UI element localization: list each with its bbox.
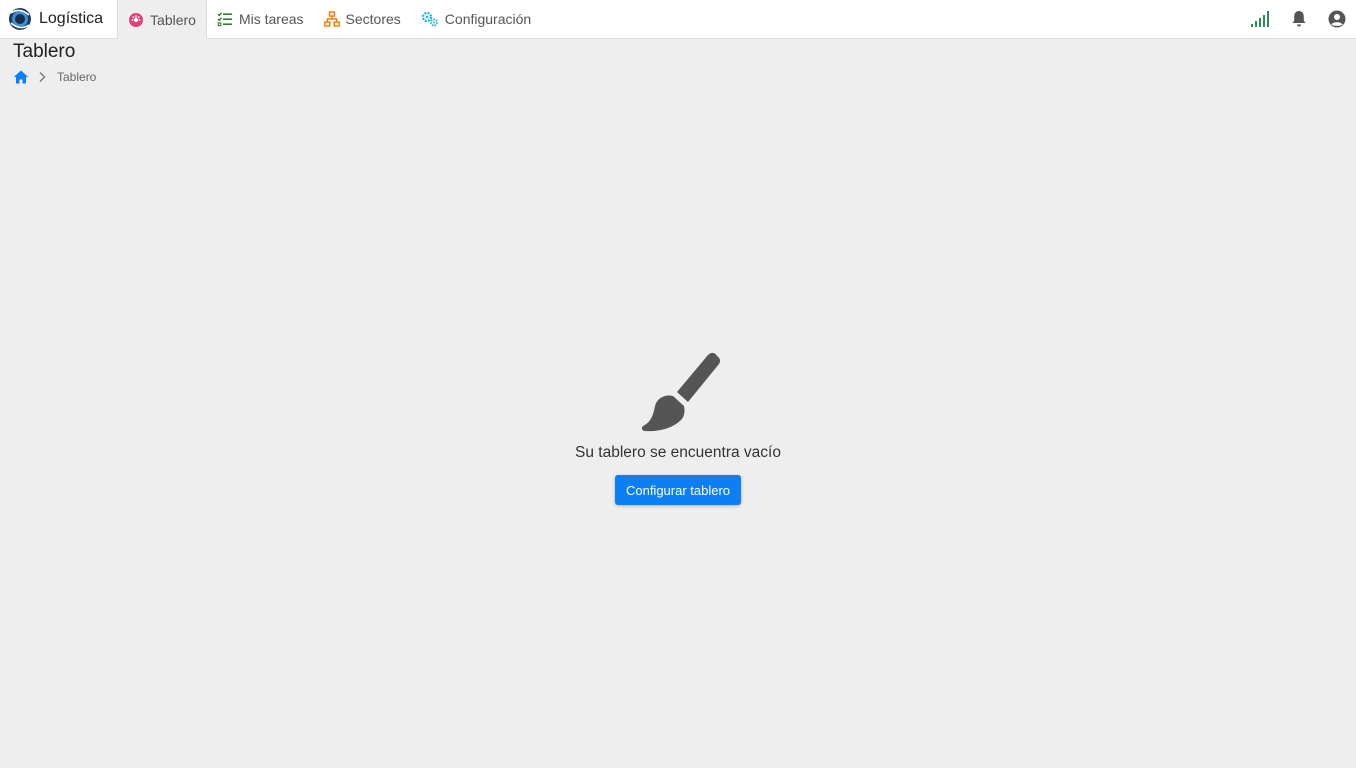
logo-icon xyxy=(8,7,32,31)
top-navbar: Logística Tablero Mis tareas Sectores Co… xyxy=(0,0,1356,39)
nav-label: Sectores xyxy=(345,11,401,27)
cogs-icon xyxy=(421,11,439,27)
app-name: Logística xyxy=(39,10,104,27)
nav-tab-mis-tareas[interactable]: Mis tareas xyxy=(207,0,314,38)
nav-label: Tablero xyxy=(150,11,196,28)
bell-icon[interactable] xyxy=(1280,0,1318,39)
nav-tab-sectores[interactable]: Sectores xyxy=(314,0,411,38)
nav-label: Configuración xyxy=(444,11,532,27)
main-nav: Tablero Mis tareas Sectores Configuració… xyxy=(117,0,541,39)
dashboard-icon xyxy=(128,12,144,28)
nav-tab-tablero[interactable]: Tablero xyxy=(117,0,207,39)
paint-brush-icon xyxy=(637,350,721,434)
app-brand[interactable]: Logística xyxy=(0,0,117,38)
tasks-icon xyxy=(217,11,233,27)
signal-icon[interactable] xyxy=(1242,0,1280,39)
chevron-right-icon xyxy=(35,70,49,84)
sitemap-icon xyxy=(323,11,340,27)
home-icon[interactable] xyxy=(13,69,29,85)
nav-tab-configuracion[interactable]: Configuración xyxy=(411,0,541,38)
header-actions xyxy=(1242,0,1356,38)
breadcrumb: Tablero xyxy=(13,69,96,85)
empty-message: Su tablero se encuentra vacío xyxy=(575,444,781,461)
empty-state: Su tablero se encuentra vacío Configurar… xyxy=(0,350,1356,505)
configure-dashboard-button[interactable]: Configurar tablero xyxy=(614,475,742,505)
nav-label: Mis tareas xyxy=(238,11,304,27)
user-icon[interactable] xyxy=(1318,0,1356,39)
page-title: Tablero xyxy=(13,41,76,62)
breadcrumb-current: Tablero xyxy=(57,70,97,84)
